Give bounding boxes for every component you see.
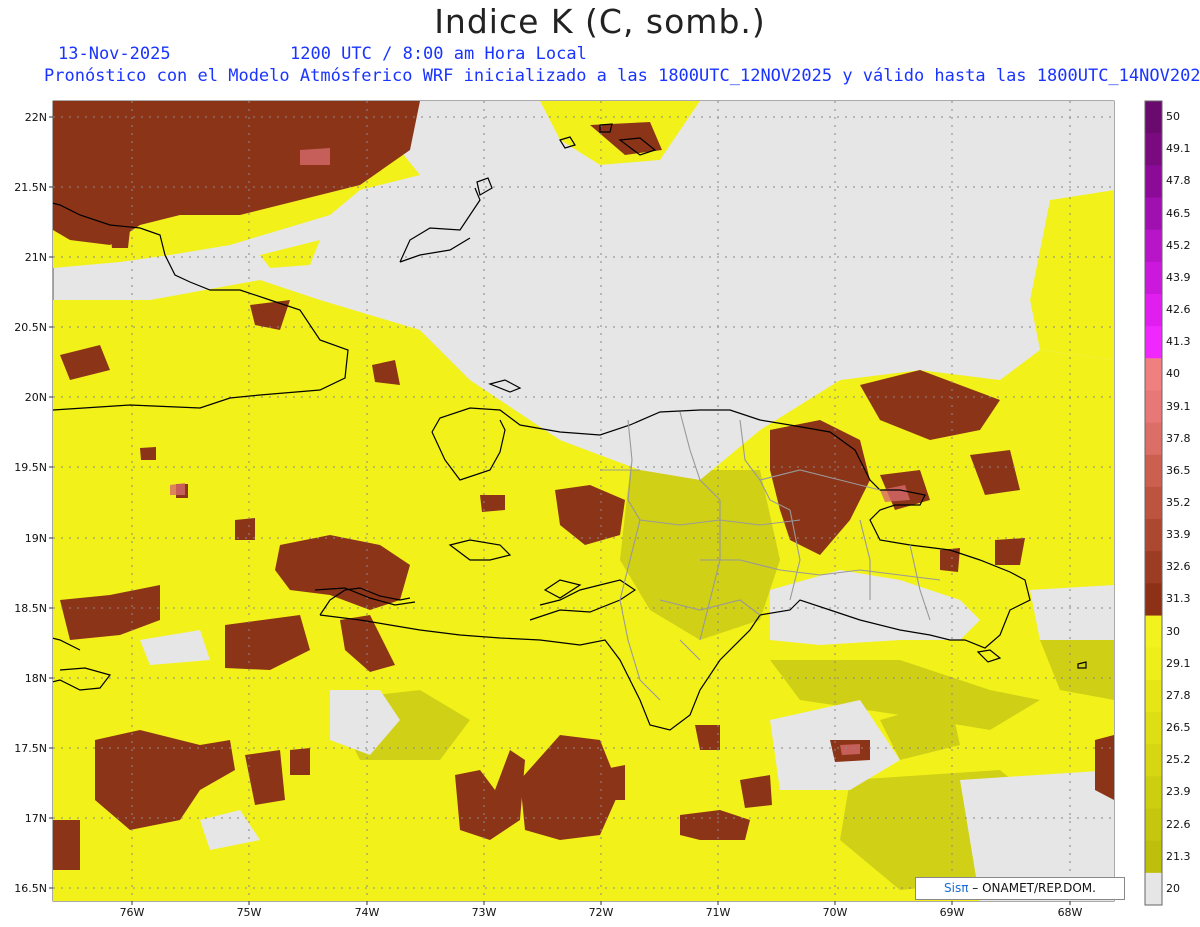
colorbar-swatch xyxy=(1145,229,1162,263)
colorbar-label: 41.3 xyxy=(1166,335,1191,349)
colorbar-label: 22.6 xyxy=(1166,817,1191,831)
colorbar-swatch xyxy=(1145,293,1162,327)
lat-label: 20N xyxy=(25,391,47,404)
lon-label: 70W xyxy=(823,906,848,919)
colorbar-label: 42.6 xyxy=(1166,303,1191,317)
forecast-time: 1200 UTC / 8:00 am Hora Local xyxy=(290,44,587,64)
colorbar-swatch xyxy=(1145,551,1162,584)
colorbar-swatch xyxy=(1145,486,1162,520)
colorbar-label: 21.3 xyxy=(1166,849,1191,863)
colorbar-swatch xyxy=(1145,840,1162,874)
colorbar-swatch xyxy=(1145,422,1162,456)
lon-label: 75W xyxy=(237,906,262,919)
colorbar xyxy=(1144,100,1163,906)
colorbar-swatch xyxy=(1145,615,1162,649)
lat-label: 17.5N xyxy=(14,742,47,755)
colorbar-label: 26.5 xyxy=(1166,721,1191,735)
sispi-logo: Sisπ xyxy=(944,881,969,895)
lat-label: 22N xyxy=(25,111,47,124)
colorbar-label: 23.9 xyxy=(1166,785,1191,799)
colorbar-label: 50 xyxy=(1166,110,1180,124)
colorbar-swatch xyxy=(1145,583,1162,617)
lon-label: 72W xyxy=(589,906,614,919)
colorbar-label: 35.2 xyxy=(1166,496,1191,509)
lon-label: 73W xyxy=(472,906,497,919)
lat-label: 21.5N xyxy=(14,181,47,194)
colorbar-swatch xyxy=(1145,519,1162,552)
colorbar-swatch xyxy=(1145,390,1162,424)
colorbar-label: 45.2 xyxy=(1166,238,1191,252)
colorbar-label: 27.8 xyxy=(1166,688,1191,702)
credit-box: Sisπ – ONAMET/REP.DOM. xyxy=(915,877,1125,900)
colorbar-label: 46.5 xyxy=(1166,206,1191,220)
colorbar-label: 37.8 xyxy=(1166,431,1191,445)
colorbar-label: 47.8 xyxy=(1166,174,1191,188)
colorbar-label: 20 xyxy=(1166,881,1180,895)
colorbar-swatch xyxy=(1145,358,1162,391)
lat-label: 18N xyxy=(25,672,47,685)
colorbar-swatch xyxy=(1145,808,1162,842)
colorbar-label: 40 xyxy=(1166,367,1180,381)
lat-label: 19N xyxy=(25,532,47,545)
colorbar-swatch xyxy=(1145,679,1162,713)
colorbar-swatch xyxy=(1145,133,1162,166)
colorbar-swatch xyxy=(1145,744,1162,777)
map-title: Indice K (C, somb.) xyxy=(434,2,766,41)
colorbar-swatch xyxy=(1145,261,1162,295)
lat-label: 16.5N xyxy=(14,882,47,895)
colorbar-label: 31.3 xyxy=(1166,592,1191,606)
colorbar-label: 33.9 xyxy=(1166,528,1191,542)
colorbar-label: 29.1 xyxy=(1166,656,1191,670)
lon-label: 71W xyxy=(706,906,731,919)
k-index-map: 22N 21.5N 21N 20.5N 20N 19.5N 19N 18.5N … xyxy=(14,100,1163,919)
colorbar-swatch xyxy=(1145,101,1162,134)
forecast-description: Pronóstico con el Modelo Atmósferico WRF… xyxy=(44,66,1200,86)
k-index-field xyxy=(53,101,1114,901)
forecast-date: 13-Nov-2025 xyxy=(58,44,171,64)
colorbar-swatch xyxy=(1145,165,1162,198)
colorbar-swatch xyxy=(1145,454,1162,488)
lon-label: 76W xyxy=(120,906,145,919)
colorbar-swatch xyxy=(1145,197,1162,231)
lat-label: 21N xyxy=(25,251,47,264)
colorbar-label: 30 xyxy=(1166,624,1180,638)
colorbar-swatch xyxy=(1145,776,1162,810)
lon-label: 68W xyxy=(1058,906,1083,919)
colorbar-label: 39.1 xyxy=(1166,399,1191,413)
colorbar-swatch xyxy=(1145,326,1162,359)
colorbar-label: 49.1 xyxy=(1166,142,1191,156)
lat-label: 17N xyxy=(25,812,47,825)
lat-label: 18.5N xyxy=(14,602,47,615)
colorbar-label: 36.5 xyxy=(1166,463,1191,477)
lat-label: 19.5N xyxy=(14,461,47,474)
lon-label: 74W xyxy=(355,906,380,919)
lat-label: 20.5N xyxy=(14,321,47,334)
colorbar-swatch xyxy=(1145,647,1162,681)
colorbar-swatch xyxy=(1145,872,1162,906)
colorbar-swatch xyxy=(1145,712,1162,745)
lon-label: 69W xyxy=(940,906,965,919)
colorbar-label: 32.6 xyxy=(1166,560,1191,574)
colorbar-label: 43.9 xyxy=(1166,270,1191,284)
credit-text: – ONAMET/REP.DOM. xyxy=(972,881,1096,895)
colorbar-label: 25.2 xyxy=(1166,753,1191,767)
